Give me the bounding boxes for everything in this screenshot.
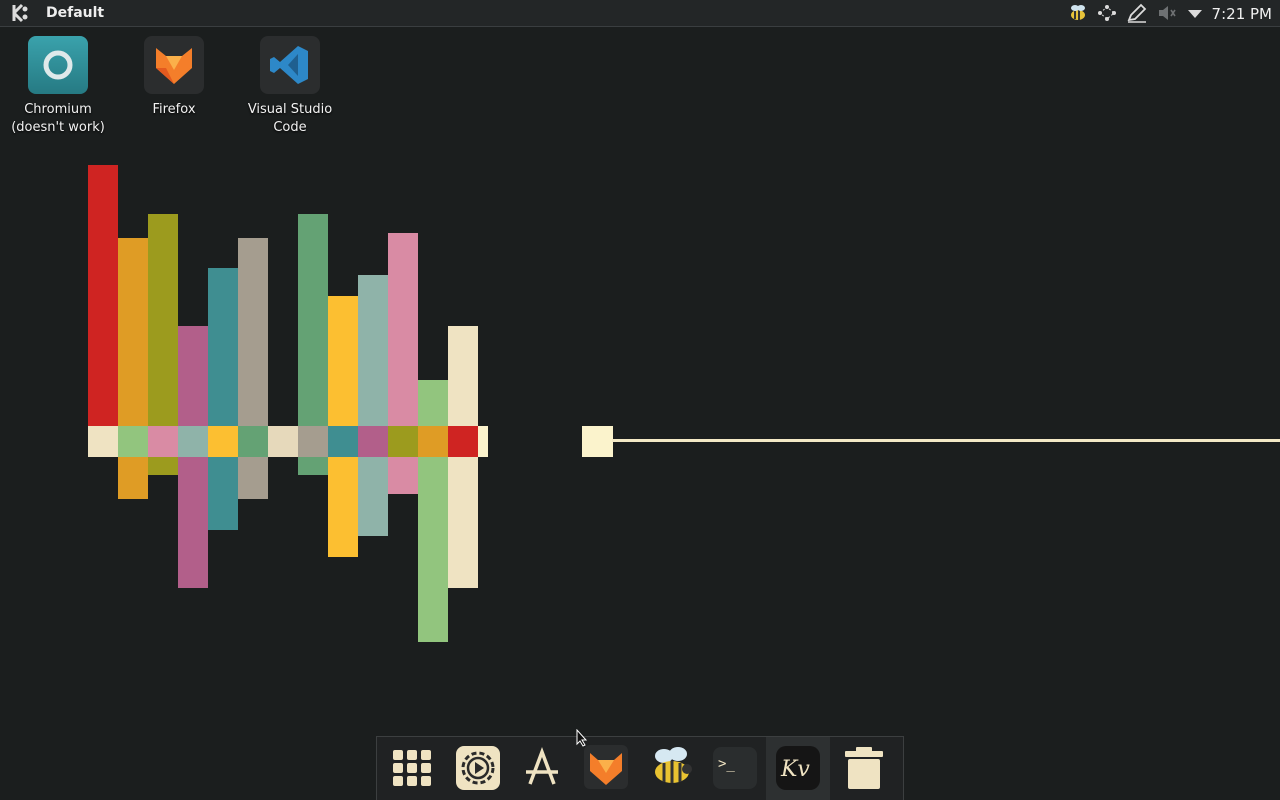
eq-bar bbox=[238, 457, 268, 499]
text-editor-icon[interactable] bbox=[520, 746, 564, 790]
eq-cell bbox=[268, 426, 298, 457]
eq-bar bbox=[208, 457, 238, 530]
bee-app-icon[interactable] bbox=[650, 745, 694, 789]
desktop-icon-firefox[interactable]: Firefox bbox=[119, 36, 229, 119]
desktop-icon-vscode[interactable]: Visual Studio Code bbox=[235, 36, 345, 137]
terminal-icon[interactable]: >_ bbox=[712, 746, 757, 790]
chromium-icon bbox=[28, 36, 88, 94]
kde-logo-icon[interactable] bbox=[10, 3, 32, 23]
eq-cell bbox=[238, 426, 268, 457]
volume-muted-icon[interactable] bbox=[1156, 3, 1178, 23]
bee-icon[interactable] bbox=[1066, 3, 1088, 23]
eq-bar bbox=[298, 214, 328, 426]
eq-cell bbox=[298, 426, 328, 457]
eq-cell bbox=[358, 426, 388, 457]
eq-bar bbox=[418, 457, 448, 642]
eq-bar bbox=[208, 268, 238, 426]
kv-app-icon[interactable]: Kv bbox=[776, 746, 820, 790]
eq-cell bbox=[448, 426, 478, 457]
eq-cell bbox=[88, 426, 118, 457]
eq-cell bbox=[208, 426, 238, 457]
desktop-icon-label: Firefox bbox=[152, 102, 196, 117]
activity-name[interactable]: Default bbox=[46, 5, 104, 21]
eq-cell bbox=[418, 426, 448, 457]
eq-bar bbox=[148, 214, 178, 426]
eq-bar bbox=[388, 457, 418, 494]
eq-cell bbox=[118, 426, 148, 457]
eq-cell bbox=[388, 426, 418, 457]
trash-icon[interactable] bbox=[842, 745, 886, 789]
desktop-icon-label: Visual Studio Code bbox=[247, 102, 333, 135]
pen-icon[interactable] bbox=[1126, 3, 1148, 23]
kv-text: Kv bbox=[780, 757, 810, 782]
eq-cell bbox=[478, 426, 488, 457]
eq-bar bbox=[388, 233, 418, 426]
vscode-icon bbox=[260, 36, 320, 94]
top-panel: Default 7:21 PM bbox=[0, 0, 1280, 27]
desktop-icon-chromium[interactable]: Chromium (doesn't work) bbox=[3, 36, 113, 137]
eq-bar bbox=[358, 457, 388, 536]
eq-bar bbox=[418, 380, 448, 426]
network-icon[interactable] bbox=[1096, 3, 1118, 23]
eq-bar bbox=[88, 165, 118, 426]
eq-bar bbox=[448, 457, 478, 588]
clock[interactable]: 7:21 PM bbox=[1212, 5, 1272, 23]
eq-cell bbox=[148, 426, 178, 457]
eq-bar bbox=[118, 238, 148, 426]
eq-bar bbox=[178, 457, 208, 588]
eq-bar bbox=[118, 457, 148, 499]
terminal-prompt-text: >_ bbox=[718, 756, 735, 772]
eq-bar bbox=[148, 457, 178, 475]
mouse-cursor-icon bbox=[576, 729, 588, 747]
eq-cell bbox=[178, 426, 208, 457]
eq-cell bbox=[328, 426, 358, 457]
firefox-icon[interactable] bbox=[584, 745, 628, 789]
app-grid-icon[interactable] bbox=[390, 746, 434, 790]
eq-line bbox=[612, 439, 1280, 442]
eq-bar bbox=[178, 326, 208, 426]
eq-bar bbox=[298, 457, 328, 475]
desktop-icon-label: Chromium (doesn't work) bbox=[11, 102, 105, 135]
expand-arrow-icon[interactable] bbox=[1184, 3, 1206, 23]
eq-bar bbox=[328, 457, 358, 557]
eq-bar bbox=[358, 275, 388, 426]
eq-bar bbox=[328, 296, 358, 426]
eq-bar bbox=[448, 326, 478, 426]
eq-end-square bbox=[582, 426, 613, 457]
eq-bar bbox=[238, 238, 268, 426]
settings-icon[interactable] bbox=[455, 745, 500, 790]
firefox-icon bbox=[144, 36, 204, 94]
